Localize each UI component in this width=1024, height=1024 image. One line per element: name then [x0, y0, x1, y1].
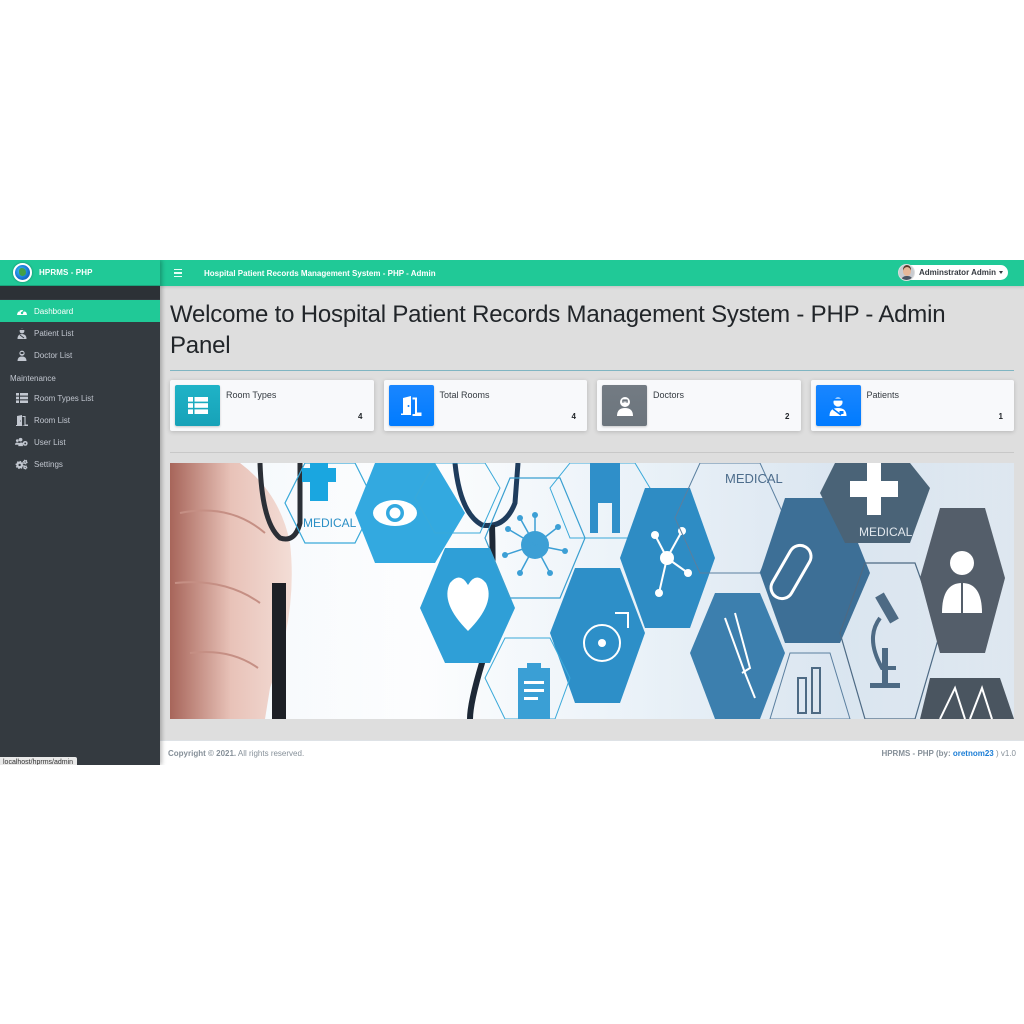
sidebar-item-room-types-list[interactable]: Room Types List [0, 387, 160, 409]
sidebar-item-label: Patient List [34, 328, 74, 338]
sidebar-section-maintenance: Maintenance [10, 374, 56, 383]
user-injured-icon [15, 328, 28, 339]
user-md-icon [15, 350, 28, 361]
user-dropdown-button[interactable]: Adminstrator Admin [897, 264, 1008, 281]
card-total-rooms[interactable]: Total Rooms 4 [383, 380, 587, 431]
main-content: Welcome to Hospital Patient Records Mana… [160, 286, 1024, 740]
sidebar-item-dashboard[interactable]: Dashboard [0, 300, 160, 322]
section-divider [170, 452, 1014, 453]
sidebar-nav: Dashboard Patient List Doctor List Maint… [0, 299, 160, 475]
top-navbar: Hospital Patient Records Management Syst… [160, 260, 1024, 286]
brand-link[interactable]: HPRMS - PHP [0, 260, 160, 286]
sidebar: HPRMS - PHP Dashboard Patient List Docto… [0, 260, 160, 765]
caret-down-icon [999, 271, 1003, 274]
hamburger-icon[interactable] [174, 268, 184, 278]
sidebar-item-user-list[interactable]: User List [0, 431, 160, 453]
sidebar-item-label: Doctor List [34, 350, 73, 360]
door-open-icon [388, 385, 434, 426]
cogs-icon [15, 459, 28, 470]
sidebar-item-settings[interactable]: Settings [0, 453, 160, 475]
copyright-text: All rights reserved. [237, 748, 305, 758]
info-cards: Room Types 4 Total Rooms 4 Doctors 2 Pat… [170, 380, 1014, 432]
page-title: Welcome to Hospital Patient Records Mana… [170, 301, 946, 359]
credit-suffix: ) v1.0 [993, 748, 1016, 758]
globe-medical-logo-icon [13, 263, 32, 282]
footer: Copyright © 2021. All rights reserved. H… [160, 740, 1024, 765]
card-label: Patients [866, 390, 900, 400]
credit-prefix: HPRMS - PHP (by: [881, 748, 953, 758]
sidebar-user-panel [0, 286, 160, 299]
th-list-icon [175, 385, 220, 426]
sidebar-item-room-list[interactable]: Room List [0, 409, 160, 431]
brand-name: HPRMS - PHP [39, 268, 93, 277]
navbar-title: Hospital Patient Records Management Syst… [204, 268, 436, 278]
users-cog-icon [15, 437, 28, 448]
door-open-icon [15, 414, 28, 426]
card-value: 4 [571, 412, 576, 421]
tachometer-icon [15, 306, 28, 317]
user-avatar-icon [897, 264, 915, 281]
sidebar-item-label: Dashboard [34, 306, 74, 316]
admin-app: HPRMS - PHP Dashboard Patient List Docto… [0, 260, 1024, 765]
card-doctors[interactable]: Doctors 2 [597, 380, 801, 431]
svg-text:MEDICAL: MEDICAL [859, 525, 913, 539]
sidebar-item-label: Room List [34, 415, 71, 425]
user-md-icon [602, 385, 647, 426]
card-label: Total Rooms [439, 390, 490, 400]
card-value: 2 [785, 412, 790, 421]
sidebar-item-doctor-list[interactable]: Doctor List [0, 344, 160, 366]
user-injured-icon [815, 385, 861, 426]
status-bar-url: localhost/hprms/admin [0, 757, 78, 765]
card-patients[interactable]: Patients 1 [810, 380, 1014, 431]
medical-banner-image: MEDICAL MEDICAL MEDICAL [170, 463, 1014, 719]
user-name: Adminstrator Admin [918, 268, 996, 277]
card-room-types[interactable]: Room Types 4 [170, 380, 374, 431]
card-value: 4 [358, 412, 363, 421]
sidebar-item-patient-list[interactable]: Patient List [0, 322, 160, 344]
card-label: Doctors [653, 390, 685, 400]
copyright-year: Copyright © 2021. [168, 748, 237, 758]
card-label: Room Types [226, 390, 277, 400]
th-list-icon [15, 393, 28, 404]
copyright: Copyright © 2021. All rights reserved. [168, 749, 304, 758]
title-divider [170, 370, 1014, 371]
footer-credit: HPRMS - PHP (by: oretnom23 ) v1.0 [881, 749, 1016, 758]
svg-text:MEDICAL: MEDICAL [725, 471, 783, 486]
sidebar-item-label: Settings [34, 459, 63, 469]
medical-banner-illustration: MEDICAL MEDICAL MEDICAL [170, 463, 1014, 719]
sidebar-item-label: Room Types List [34, 393, 94, 403]
card-value: 1 [998, 412, 1003, 421]
banner-medical-text: MEDICAL [303, 516, 357, 530]
sidebar-item-label: User List [34, 437, 66, 447]
author-link[interactable]: oretnom23 [953, 749, 994, 758]
